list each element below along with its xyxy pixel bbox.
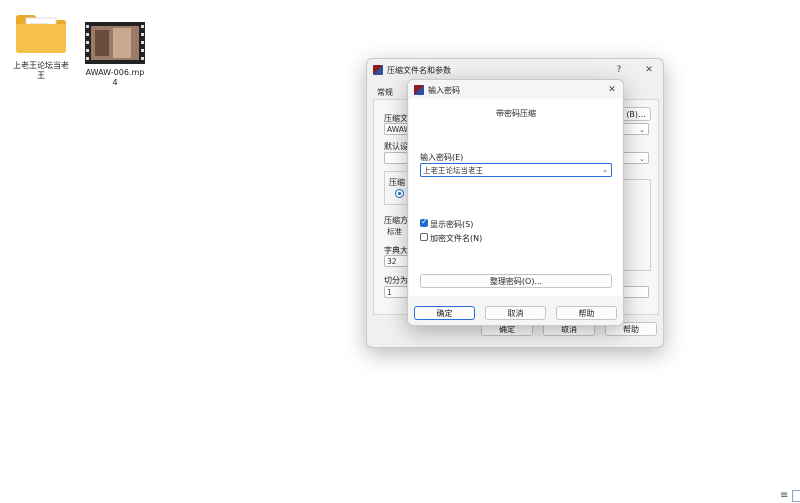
show-password-checkbox[interactable] xyxy=(420,217,428,227)
chevron-down-icon: ⌄ xyxy=(602,166,608,174)
archive-name-dropdown-tail[interactable]: ⌄ xyxy=(621,123,649,135)
archive-name-input[interactable]: AWAW xyxy=(384,123,408,135)
organize-passwords-button[interactable]: 整理密码(O)... xyxy=(420,274,612,288)
password-dialog: 输入密码 ✕ 带密码压缩 输入密码(E) 上老王论坛当老王 ⌄ 显示密码(S) … xyxy=(407,79,624,326)
format-radio[interactable] xyxy=(395,189,404,198)
encrypt-filenames-label: 加密文件名(N) xyxy=(430,234,483,243)
video-file-icon xyxy=(85,22,145,64)
dialog-title: 压缩文件名和参数 xyxy=(387,66,451,75)
desktop-icon-video[interactable]: AWAW-006.mp4 xyxy=(84,22,146,88)
chevron-down-icon: ⌄ xyxy=(639,155,645,163)
folder-icon xyxy=(16,15,66,53)
password-input[interactable]: 上老王论坛当老王 ⌄ xyxy=(420,163,612,177)
help-button[interactable]: 帮助 xyxy=(556,306,617,320)
dialog-title: 输入密码 xyxy=(428,86,460,95)
winrar-icon xyxy=(414,85,424,95)
default-settings-input[interactable] xyxy=(384,152,408,164)
title-bar: 输入密码 ✕ xyxy=(408,80,623,100)
help-title-button[interactable]: ? xyxy=(611,63,627,77)
default-settings-label: 默认设 xyxy=(384,142,408,151)
dictionary-select[interactable]: 32 xyxy=(384,255,408,267)
menu-icon[interactable]: ≡ xyxy=(780,490,788,501)
profile-dropdown-tail[interactable]: ⌄ xyxy=(621,152,649,164)
password-tail-field[interactable] xyxy=(621,286,649,298)
title-bar: 压缩文件名和参数 ? ✕ xyxy=(367,59,663,81)
browse-button[interactable]: (B)... xyxy=(621,107,651,121)
chevron-down-icon: ⌄ xyxy=(639,126,645,134)
desktop-icon-folder[interactable]: 上老王论坛当老王 xyxy=(10,12,72,81)
enter-password-label: 输入密码(E) xyxy=(420,153,464,162)
content-area xyxy=(409,99,622,296)
format-label: 压缩 xyxy=(389,178,405,187)
winrar-icon xyxy=(373,65,383,75)
options-group xyxy=(621,179,651,271)
show-password-label: 显示密码(S) xyxy=(430,220,474,229)
split-input[interactable]: 1 xyxy=(384,286,408,298)
ok-button[interactable]: 确定 xyxy=(414,306,475,320)
desktop-icon-label: 上老王论坛当老王 xyxy=(13,61,69,80)
encrypt-filenames-checkbox[interactable] xyxy=(420,233,428,241)
split-label: 切分为 xyxy=(384,276,408,285)
close-button[interactable]: ✕ xyxy=(641,63,657,77)
tray-icon[interactable] xyxy=(792,490,800,502)
close-button[interactable]: ✕ xyxy=(604,83,620,97)
desktop-icon-label: AWAW-006.mp4 xyxy=(85,68,145,87)
dialog-header: 带密码压缩 xyxy=(496,109,536,118)
tab-general[interactable]: 常规 xyxy=(377,87,393,98)
method-select[interactable]: 标准 xyxy=(384,225,408,237)
cancel-button[interactable]: 取消 xyxy=(485,306,546,320)
